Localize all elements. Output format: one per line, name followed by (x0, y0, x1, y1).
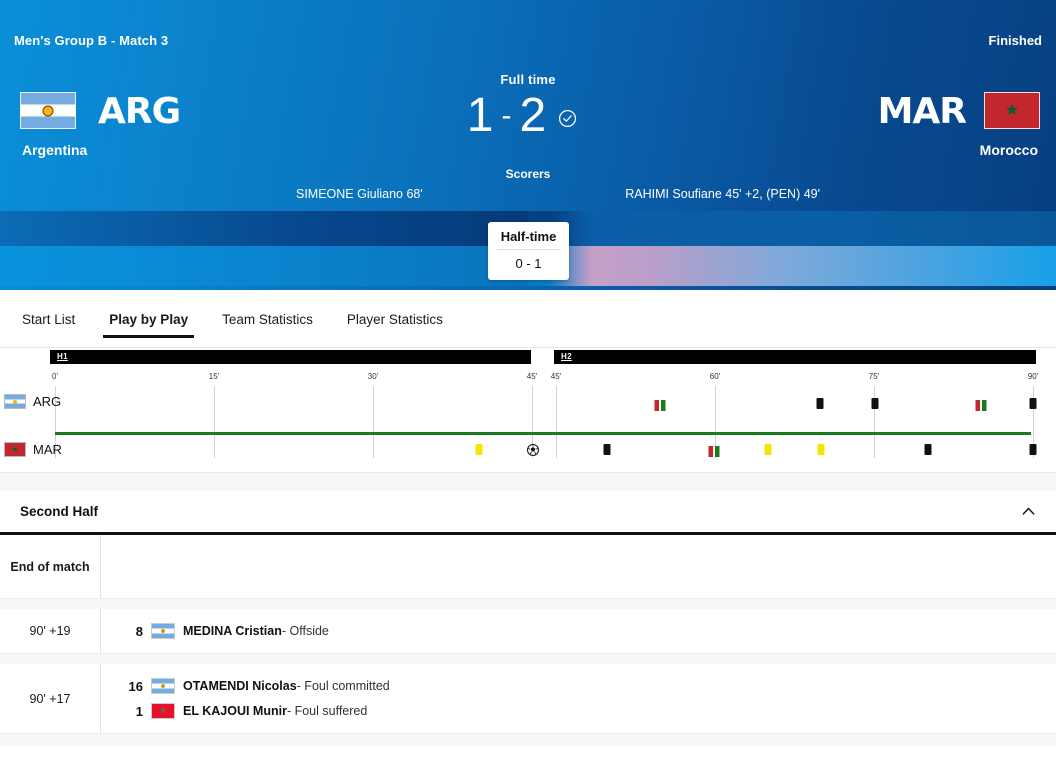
player-name: MEDINA Cristian (183, 624, 282, 638)
tick-label-45: 45' (527, 372, 537, 381)
row-separator (0, 654, 1056, 664)
half-time-score: 0 - 1 (488, 250, 569, 271)
home-scorers: SIMEONE Giuliano 68' (296, 187, 423, 201)
first-half-bar: H1 (50, 350, 531, 364)
timeline-axis: 0' 15' 30' 45' 45' 60' 75' 90' ARG MAR (0, 364, 1056, 473)
home-team-name: Argentina (22, 142, 87, 158)
timeline-center-line (55, 432, 1031, 435)
away-team-name: Morocco (980, 142, 1038, 158)
player-number: 16 (117, 679, 143, 694)
tab-team-statistics[interactable]: Team Statistics (220, 294, 315, 344)
away-score: 2 (520, 91, 547, 141)
timeline-marker-yellow-card[interactable] (818, 444, 825, 455)
second-half-label: H2 (561, 352, 572, 361)
event-time: End of match (0, 535, 101, 598)
away-scorers: RAHIMI Soufiane 45' +2, (PEN) 49' (625, 187, 820, 201)
timeline-marker-substitution[interactable] (976, 398, 987, 416)
match-status-badge: Finished (989, 33, 1042, 48)
timeline-marker-substitution[interactable] (655, 398, 666, 416)
list-item: 1 EL KAJOUI Munir - Foul suffered (117, 703, 1040, 719)
score-center: Full time 1 - 2 (0, 72, 1056, 141)
tick-label-30: 30' (368, 372, 378, 381)
list-item: 8 MEDINA Cristian - Offside (117, 623, 1040, 639)
morocco-flag-icon (4, 442, 26, 457)
half-time-card: Half-time 0 - 1 (488, 222, 569, 280)
second-half-section-header[interactable]: Second Half (0, 491, 1056, 535)
match-timeline: H1 H2 0' 15' 30' 45' 45' 60' 75' 90' ARG… (0, 348, 1056, 473)
timeline-marker-black-card[interactable] (1030, 398, 1037, 409)
argentina-flag-icon (151, 623, 175, 639)
table-row[interactable]: End of match (0, 535, 1056, 599)
competition-label: Men's Group B - Match 3 (14, 33, 168, 48)
player-name: EL KAJOUI Munir (183, 704, 287, 718)
event-body: 16 OTAMENDI Nicolas - Foul committed 1 E… (101, 664, 1056, 733)
event-body: 8 MEDINA Cristian - Offside (101, 609, 1056, 653)
argentina-flag-icon (4, 394, 26, 409)
event-time: 90' +19 (0, 609, 101, 653)
tick-label-15: 15' (209, 372, 219, 381)
tick-label-75: 75' (869, 372, 879, 381)
row-separator (0, 599, 1056, 609)
timeline-away-code: MAR (33, 442, 62, 457)
tick-label-60: 60' (710, 372, 720, 381)
event-action: - Foul suffered (287, 704, 367, 718)
tick-label-90: 90' (1028, 372, 1038, 381)
timeline-marker-black-card[interactable] (925, 444, 932, 455)
event-body (101, 535, 1056, 598)
morocco-flag-icon (151, 703, 175, 719)
event-time: 90' +17 (0, 664, 101, 733)
full-time-label: Full time (0, 72, 1056, 87)
player-name: OTAMENDI Nicolas (183, 679, 297, 693)
score-separator: - (502, 91, 512, 141)
first-half-label: H1 (57, 352, 68, 361)
timeline-marker-yellow-card[interactable] (476, 444, 483, 455)
tick-label-0: 0' (52, 372, 58, 381)
page-bottom-fill (0, 734, 1056, 746)
timeline-marker-black-card[interactable] (872, 398, 879, 409)
event-action: - Foul committed (297, 679, 390, 693)
timeline-marker-yellow-card[interactable] (765, 444, 772, 455)
event-action: - Offside (282, 624, 329, 638)
table-row[interactable]: 90' +19 8 MEDINA Cristian - Offside (0, 609, 1056, 654)
tick-label-45-h2: 45' (551, 372, 561, 381)
timeline-team-away: MAR (4, 442, 62, 457)
second-half-bar: H2 (554, 350, 1036, 364)
tab-start-list[interactable]: Start List (20, 294, 77, 344)
timeline-marker-goal[interactable] (527, 443, 539, 461)
tab-player-statistics[interactable]: Player Statistics (345, 294, 445, 344)
timeline-team-home: ARG (4, 394, 61, 409)
player-number: 8 (117, 624, 143, 639)
tab-play-by-play[interactable]: Play by Play (107, 294, 190, 344)
half-time-title: Half-time (488, 222, 569, 244)
table-row[interactable]: 90' +17 16 OTAMENDI Nicolas - Foul commi… (0, 664, 1056, 734)
timeline-marker-black-card[interactable] (817, 398, 824, 409)
section-title: Second Half (20, 504, 98, 519)
timeline-marker-black-card[interactable] (1030, 444, 1037, 455)
score-line: 1 - 2 (0, 91, 1050, 141)
check-circle-icon (558, 109, 577, 128)
match-header: Men's Group B - Match 3 Finished ARG Arg… (0, 0, 1056, 290)
chevron-up-icon[interactable] (1021, 504, 1036, 519)
section-spacer (0, 473, 1056, 491)
tab-bar: Start List Play by Play Team Statistics … (0, 290, 1056, 348)
home-score: 1 (467, 91, 494, 141)
scorers-label: Scorers (0, 167, 1056, 181)
timeline-marker-black-card[interactable] (604, 444, 611, 455)
timeline-marker-substitution[interactable] (709, 444, 720, 462)
list-item: 16 OTAMENDI Nicolas - Foul committed (117, 678, 1040, 694)
player-number: 1 (117, 704, 143, 719)
timeline-home-code: ARG (33, 394, 61, 409)
argentina-flag-icon (151, 678, 175, 694)
